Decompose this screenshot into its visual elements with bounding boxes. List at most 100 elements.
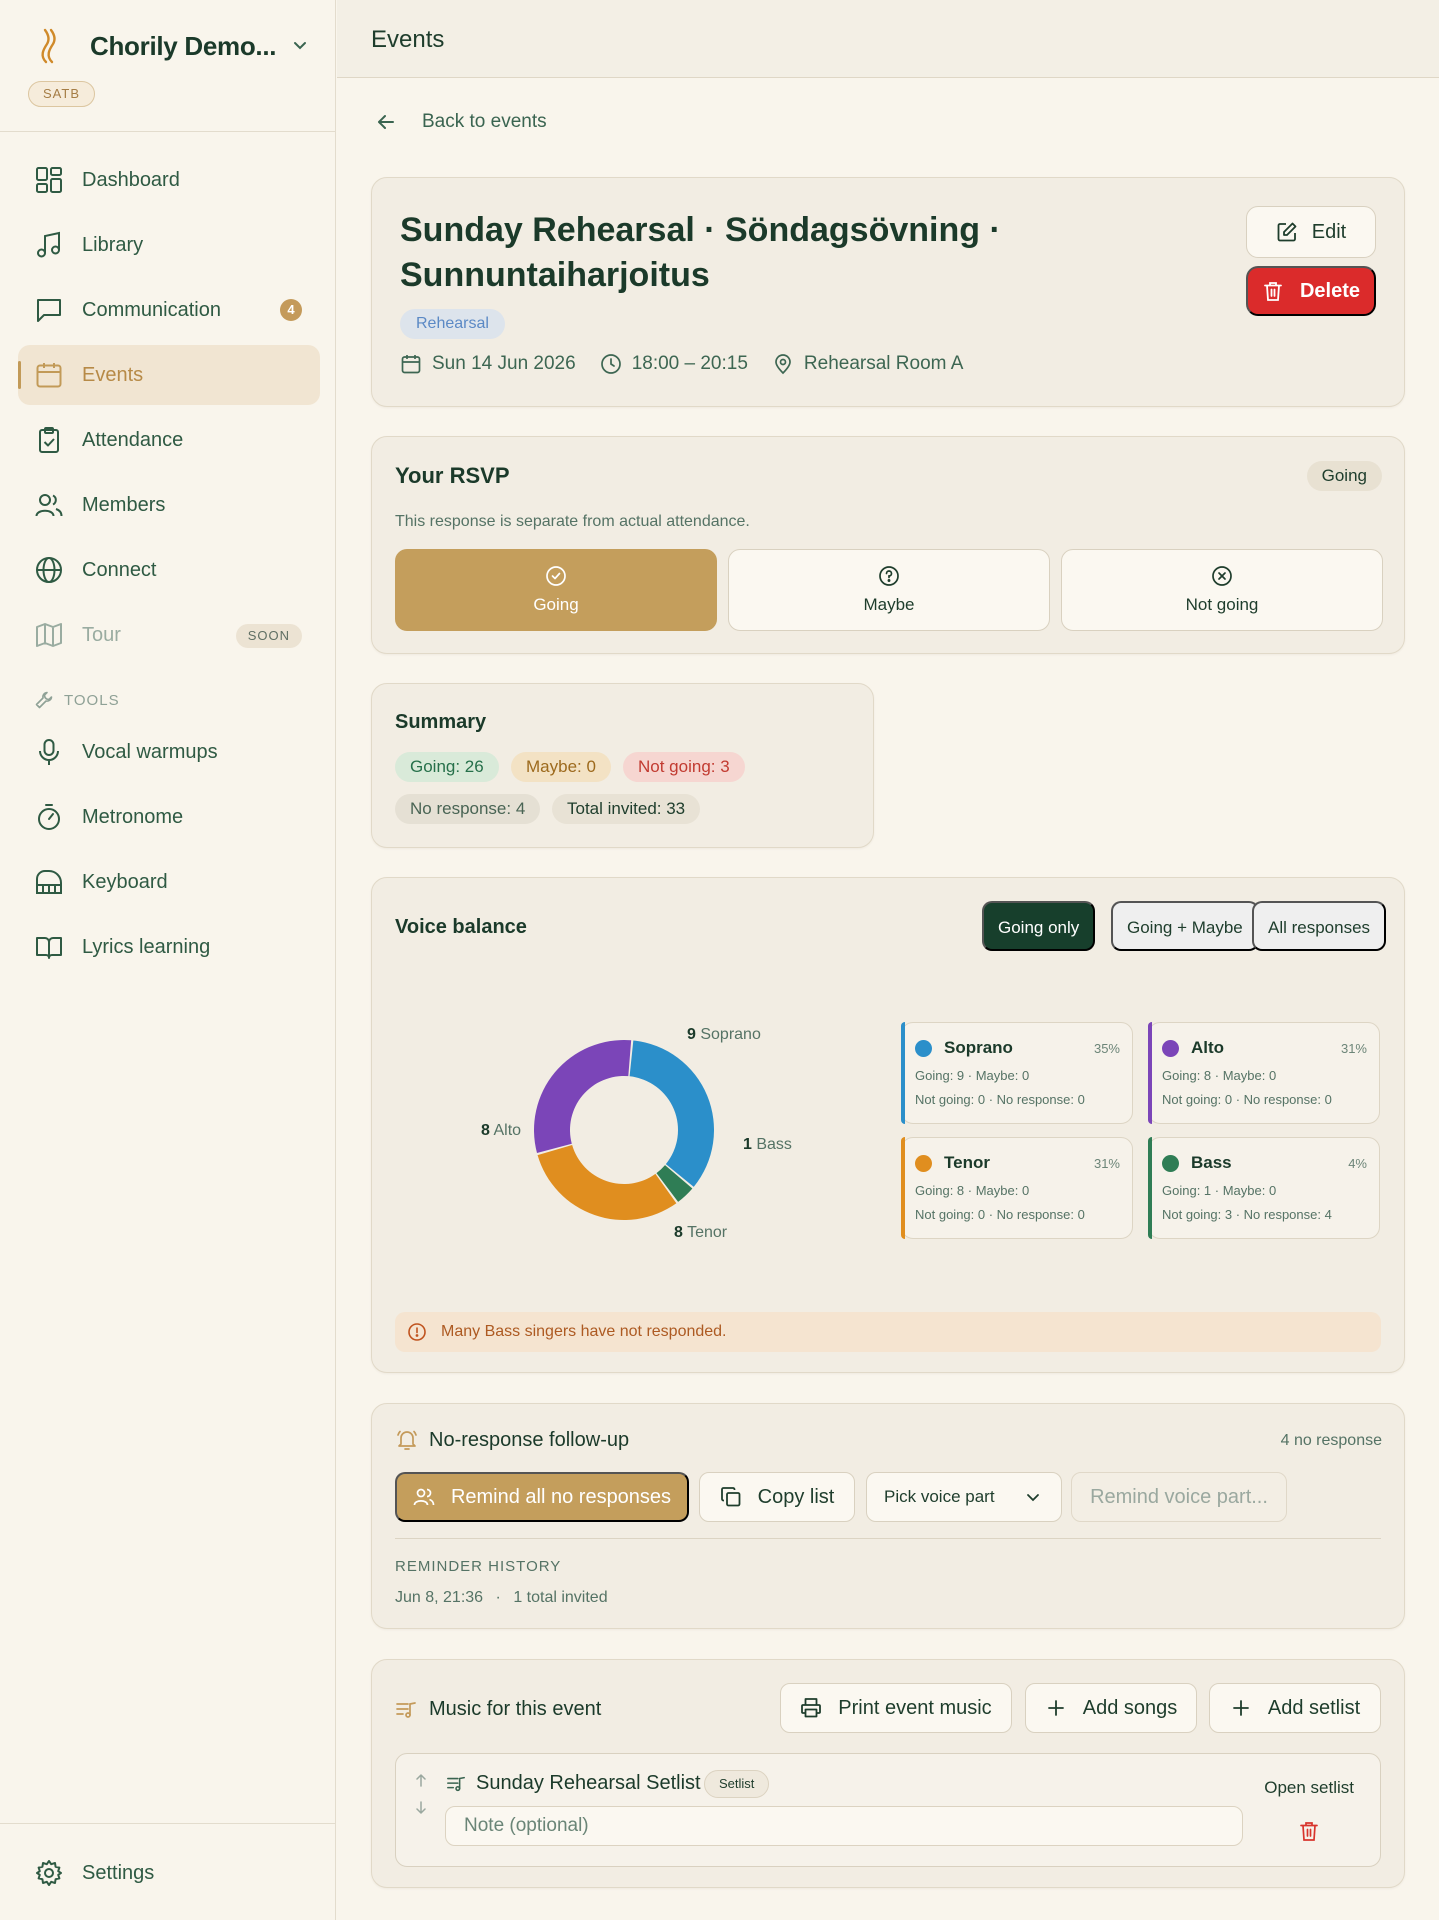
calendar-icon xyxy=(36,363,62,388)
voice-notgoing-noresponse: Not going: 0 · No response: 0 xyxy=(1162,1092,1332,1107)
sidebar-item-label: Events xyxy=(82,363,144,386)
music-header: Music for this event xyxy=(395,1698,601,1721)
list-music-icon xyxy=(447,1776,465,1792)
sidebar-item-label: Dashboard xyxy=(82,168,180,191)
event-date-text: Sun 14 Jun 2026 xyxy=(432,353,576,374)
sidebar-item-attendance[interactable]: Attendance xyxy=(18,410,320,470)
sidebar-item-connect[interactable]: Connect xyxy=(18,540,320,600)
unread-count-badge: 4 xyxy=(280,299,302,321)
copy-list-button[interactable]: Copy list xyxy=(699,1472,855,1522)
sidebar-item-metronome[interactable]: Metronome xyxy=(18,787,320,847)
voice-card-bass: Bass 4% Going: 1 · Maybe: 0 Not going: 3… xyxy=(1148,1137,1380,1239)
sidebar-item-label: Metronome xyxy=(82,805,184,828)
filter-all-responses-button[interactable]: All responses xyxy=(1252,901,1387,951)
followup-card: No-response follow-up 4 no response Remi… xyxy=(371,1403,1405,1629)
rsvp-card: Your RSVP Going This response is separat… xyxy=(371,436,1405,654)
voice-part-select[interactable]: Pick voice part xyxy=(866,1472,1062,1522)
reminder-history-header: REMINDER HISTORY xyxy=(395,1558,562,1575)
sidebar-item-lyrics-learning[interactable]: Lyrics learning xyxy=(18,917,320,977)
rsvp-maybe-label: Maybe xyxy=(863,595,915,614)
message-square-icon xyxy=(37,299,61,322)
sidebar-item-vocal-warmups[interactable]: Vocal warmups xyxy=(18,722,320,782)
sidebar-item-events[interactable]: Events xyxy=(18,345,320,405)
voice-balance-alert: Many Bass singers have not responded. xyxy=(395,1312,1381,1352)
sidebar-divider xyxy=(0,131,336,132)
sidebar-item-communication[interactable]: Communication 4 xyxy=(18,280,320,340)
donut-slice-alto xyxy=(534,1040,632,1154)
rsvp-going-button[interactable]: Going xyxy=(395,549,717,631)
voice-going-maybe: Going: 1 · Maybe: 0 xyxy=(1162,1183,1277,1198)
voice-color-dot xyxy=(1162,1155,1179,1172)
tools-label: TOOLS xyxy=(64,691,120,709)
add-songs-label: Add songs xyxy=(1082,1696,1178,1719)
sidebar-item-tour[interactable]: Tour SOON xyxy=(18,605,320,665)
dashboard-icon xyxy=(36,167,62,193)
x-circle-icon xyxy=(1212,566,1232,586)
alert-circle-icon xyxy=(408,1323,426,1341)
plus-icon xyxy=(1232,1700,1249,1716)
summary-title: Summary xyxy=(395,711,487,733)
rsvp-maybe-button[interactable]: Maybe xyxy=(728,549,1050,631)
filter-going-maybe-button[interactable]: Going + Maybe xyxy=(1111,901,1259,951)
sidebar-item-label: Tour xyxy=(82,623,121,646)
no-response-count: 4 no response xyxy=(1280,1432,1382,1449)
not-going-count-chip: Not going: 3 xyxy=(623,752,745,782)
open-setlist-link[interactable]: Open setlist xyxy=(1264,1778,1354,1798)
reorder-arrows-icon[interactable] xyxy=(414,1772,428,1816)
voice-card-tenor: Tenor 31% Going: 8 · Maybe: 0 Not going:… xyxy=(901,1137,1133,1239)
wrench-icon xyxy=(35,691,53,709)
donut-label-soprano: 9 Soprano xyxy=(687,1026,761,1043)
rsvp-note: This response is separate from actual at… xyxy=(395,513,750,530)
org-switcher[interactable]: Chorily Demo... xyxy=(30,26,310,66)
edit-icon xyxy=(1277,222,1297,242)
back-to-events-link[interactable]: Back to events xyxy=(374,110,547,134)
sidebar-item-label: Lyrics learning xyxy=(82,935,211,958)
page-title: Events xyxy=(371,26,445,53)
remind-voice-part-button[interactable]: Remind voice part... xyxy=(1071,1472,1287,1522)
voice-color-bar xyxy=(901,1022,905,1124)
chevron-down-icon xyxy=(1027,1494,1039,1502)
print-event-music-button[interactable]: Print event music xyxy=(780,1683,1012,1733)
voice-balance-donut-chart xyxy=(534,1040,714,1220)
total-invited-chip: Total invited: 33 xyxy=(552,794,701,824)
sidebar-item-settings[interactable]: Settings xyxy=(18,1843,320,1903)
add-setlist-button[interactable]: Add setlist xyxy=(1209,1683,1381,1733)
printer-icon xyxy=(801,1698,822,1718)
setlist-item: Sunday Rehearsal Setlist Setlist Open se… xyxy=(395,1753,1381,1867)
voice-going-maybe: Going: 8 · Maybe: 0 xyxy=(915,1183,1030,1198)
edit-event-button[interactable]: Edit xyxy=(1246,206,1376,258)
sidebar-item-label: Settings xyxy=(82,1861,155,1884)
sidebar-item-dashboard[interactable]: Dashboard xyxy=(18,150,320,210)
voice-color-dot xyxy=(915,1040,932,1057)
remind-all-button[interactable]: Remind all no responses xyxy=(395,1472,689,1522)
sidebar-item-members[interactable]: Members xyxy=(18,475,320,535)
trash-icon[interactable] xyxy=(1298,1820,1320,1842)
voice-name: Bass xyxy=(1191,1153,1232,1172)
voicing-badge: SATB xyxy=(28,81,95,107)
globe-icon xyxy=(36,557,62,583)
back-link-label: Back to events xyxy=(422,111,547,132)
event-location-text: Rehearsal Room A xyxy=(803,353,964,374)
copy-list-label: Copy list xyxy=(757,1485,835,1508)
reminder-detail: 1 total invited xyxy=(513,1589,608,1606)
music-card: Music for this event Print event music A… xyxy=(371,1659,1405,1888)
filter-going-only-button[interactable]: Going only xyxy=(982,901,1096,951)
delete-event-button[interactable]: Delete xyxy=(1246,266,1376,316)
voice-name: Alto xyxy=(1191,1038,1225,1057)
event-title: Sunday Rehearsal · Söndagsövning · Sunnu… xyxy=(400,211,1001,294)
sidebar-item-label: Members xyxy=(82,493,166,516)
voice-color-bar xyxy=(901,1137,905,1239)
voice-card-alto: Alto 31% Going: 8 · Maybe: 0 Not going: … xyxy=(1148,1022,1380,1124)
sidebar-item-keyboard[interactable]: Keyboard xyxy=(18,852,320,912)
sidebar-item-library[interactable]: Library xyxy=(18,215,320,275)
add-songs-button[interactable]: Add songs xyxy=(1025,1683,1197,1733)
sidebar-item-label: Attendance xyxy=(82,428,184,451)
event-type-badge: Rehearsal xyxy=(400,309,505,339)
summary-card: Summary Going: 26 Maybe: 0 Not going: 3 … xyxy=(371,683,874,848)
voice-percent: 4% xyxy=(1348,1156,1367,1171)
rsvp-not-going-button[interactable]: Not going xyxy=(1061,549,1383,631)
setlist-note-input[interactable] xyxy=(445,1806,1243,1846)
users-icon xyxy=(413,1488,435,1506)
trash-icon xyxy=(1264,282,1282,301)
donut-slice-soprano xyxy=(629,1040,714,1187)
